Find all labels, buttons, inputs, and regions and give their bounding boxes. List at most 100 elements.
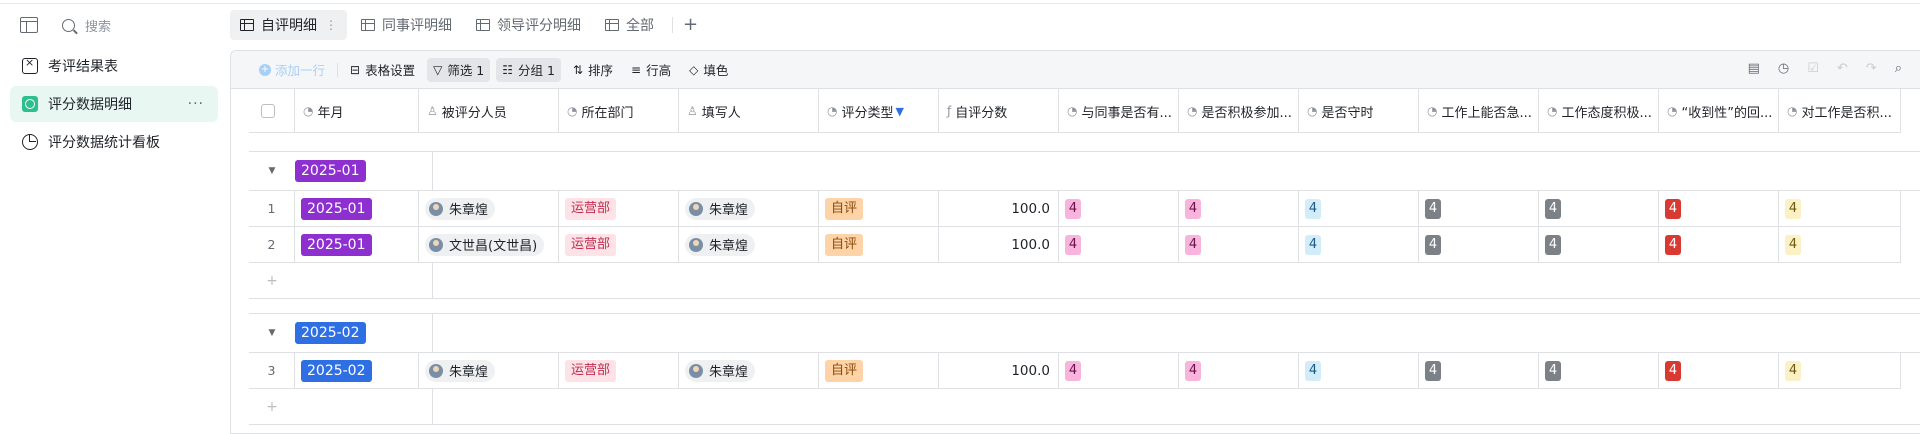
column-label: 是否守时 xyxy=(1321,105,1374,121)
person-name: 朱章煌 xyxy=(709,203,749,218)
person-name: 文世昌(文世昌) xyxy=(449,239,538,254)
collapse-group-icon[interactable]: ▼ xyxy=(249,166,295,176)
group-header-2025-02[interactable]: ▼ 2025-02 xyxy=(249,313,1920,353)
sort-button[interactable]: ⇅ 排序 xyxy=(567,58,619,82)
cell-filler[interactable]: 朱章煌 xyxy=(679,190,819,227)
tab-self-review[interactable]: 自评明细 ⋮ xyxy=(230,10,347,40)
search-icon[interactable]: ⌕ xyxy=(1895,61,1902,76)
undo-icon[interactable]: ↶ xyxy=(1837,61,1848,76)
cell-q4[interactable]: 4 xyxy=(1419,190,1539,227)
column-header-q1[interactable]: ◔ 与同事是否有... xyxy=(1059,89,1179,133)
fill-color-button[interactable]: ◇ 填色 xyxy=(683,58,734,82)
cell-year-month[interactable]: 2025-01 xyxy=(295,190,419,227)
column-header-q4[interactable]: ◔ 工作上能否急... xyxy=(1419,89,1539,133)
table-row[interactable]: 3 2025-02 朱章煌 运营部 朱章煌 自评 100.0 4 4 4 4 4… xyxy=(249,352,1901,389)
cell-q5[interactable]: 4 xyxy=(1539,352,1659,389)
column-header-q6[interactable]: ◔ “收到性”的回... xyxy=(1659,89,1779,133)
cell-score-type[interactable]: 自评 xyxy=(819,226,939,263)
column-header-filler[interactable]: ♙ 填写人 xyxy=(679,89,819,133)
sidebar-item-result-table[interactable]: 考评结果表 xyxy=(10,48,218,84)
cell-score-type[interactable]: 自评 xyxy=(819,352,939,389)
formula-icon: ◔ xyxy=(303,104,314,118)
cell-self-score[interactable]: 100.0 xyxy=(939,226,1059,263)
group-header-2025-01[interactable]: ▼ 2025-01 xyxy=(249,151,1920,191)
add-view-button[interactable]: + xyxy=(672,16,708,34)
tab-menu-icon[interactable]: ⋮ xyxy=(325,18,337,32)
add-record-icon[interactable]: + xyxy=(249,273,295,289)
add-row-button[interactable]: + 添加一行 xyxy=(253,58,331,82)
cell-q4[interactable]: 4 xyxy=(1419,226,1539,263)
column-header-q3[interactable]: ◔ 是否守时 xyxy=(1299,89,1419,133)
cell-q7[interactable]: 4 xyxy=(1779,352,1901,389)
cell-q6[interactable]: 4 xyxy=(1659,352,1779,389)
layout-toggle-icon[interactable] xyxy=(20,17,38,33)
cell-q6[interactable]: 4 xyxy=(1659,226,1779,263)
collapse-group-icon[interactable]: ▼ xyxy=(249,328,295,338)
cell-q2[interactable]: 4 xyxy=(1179,190,1299,227)
cell-year-month[interactable]: 2025-01 xyxy=(295,226,419,263)
cell-department[interactable]: 运营部 xyxy=(559,352,679,389)
sidebar-search[interactable]: 搜索 xyxy=(62,16,111,35)
column-header-department[interactable]: ◔ 所在部门 xyxy=(559,89,679,133)
cell-q5[interactable]: 4 xyxy=(1539,226,1659,263)
cell-self-score[interactable]: 100.0 xyxy=(939,352,1059,389)
history-icon[interactable]: ◷ xyxy=(1778,61,1789,76)
cell-score-type[interactable]: 自评 xyxy=(819,190,939,227)
cell-department[interactable]: 运营部 xyxy=(559,190,679,227)
sidebar-item-dashboard[interactable]: 评分数据统计看板 xyxy=(10,124,218,160)
cell-q7[interactable]: 4 xyxy=(1779,226,1901,263)
grid-view-icon xyxy=(605,19,619,31)
cell-department[interactable]: 运营部 xyxy=(559,226,679,263)
lookup-icon: ◔ xyxy=(1667,104,1678,118)
column-header-q5[interactable]: ◔ 工作态度积极... xyxy=(1539,89,1659,133)
cell-q5[interactable]: 4 xyxy=(1539,190,1659,227)
grid-view-icon xyxy=(240,19,254,31)
cell-rated-person[interactable]: 文世昌(文世昌) xyxy=(419,226,559,263)
person-chip: 朱章煌 xyxy=(685,197,756,220)
add-record-row[interactable]: + xyxy=(249,262,1920,299)
table-settings-button[interactable]: ⊟ 表格设置 xyxy=(344,58,421,82)
column-header-q2[interactable]: ◔ 是否积极参加... xyxy=(1179,89,1299,133)
cell-self-score[interactable]: 100.0 xyxy=(939,190,1059,227)
cell-q3[interactable]: 4 xyxy=(1299,352,1419,389)
column-label: 对工作是否积... xyxy=(1801,105,1892,121)
more-options-icon[interactable]: ··· xyxy=(188,96,204,112)
column-header-score-type[interactable]: ◔ 评分类型 ▼ xyxy=(819,89,939,133)
column-header-q7[interactable]: ◔ 对工作是否积... xyxy=(1779,89,1901,133)
clipboard-icon[interactable]: ▤ xyxy=(1748,61,1760,76)
cell-year-month[interactable]: 2025-02 xyxy=(295,352,419,389)
cell-q1[interactable]: 4 xyxy=(1059,352,1179,389)
group-button[interactable]: ☷ 分组 1 xyxy=(496,57,561,82)
score-tag: 4 xyxy=(1425,234,1441,255)
cell-q1[interactable]: 4 xyxy=(1059,190,1179,227)
cell-q6[interactable]: 4 xyxy=(1659,190,1779,227)
add-record-icon[interactable]: + xyxy=(249,399,295,415)
check-doc-icon[interactable]: ☑ xyxy=(1807,61,1819,76)
column-header-self-score[interactable]: ƒ 自评分数 xyxy=(939,89,1059,133)
row-height-button[interactable]: ≡ 行高 xyxy=(625,58,677,82)
filter-button[interactable]: ▽ 筛选 1 xyxy=(427,57,491,82)
table-row[interactable]: 1 2025-01 朱章煌 运营部 朱章煌 自评 100.0 4 4 4 4 4… xyxy=(249,190,1901,227)
tab-all[interactable]: 全部 xyxy=(595,10,664,40)
column-header-year-month[interactable]: ◔ 年月 xyxy=(295,89,419,133)
cell-q3[interactable]: 4 xyxy=(1299,226,1419,263)
cell-q2[interactable]: 4 xyxy=(1179,352,1299,389)
tab-peer-review[interactable]: 同事评明细 xyxy=(351,10,462,40)
table-row[interactable]: 2 2025-01 文世昌(文世昌) 运营部 朱章煌 自评 100.0 4 4 … xyxy=(249,226,1901,263)
cell-q2[interactable]: 4 xyxy=(1179,226,1299,263)
cell-filler[interactable]: 朱章煌 xyxy=(679,352,819,389)
score-tag: 4 xyxy=(1785,360,1801,381)
cell-rated-person[interactable]: 朱章煌 xyxy=(419,352,559,389)
cell-q4[interactable]: 4 xyxy=(1419,352,1539,389)
select-all-checkbox[interactable] xyxy=(261,104,275,118)
cell-filler[interactable]: 朱章煌 xyxy=(679,226,819,263)
cell-rated-person[interactable]: 朱章煌 xyxy=(419,190,559,227)
cell-q3[interactable]: 4 xyxy=(1299,190,1419,227)
redo-icon[interactable]: ↷ xyxy=(1866,61,1877,76)
cell-q1[interactable]: 4 xyxy=(1059,226,1179,263)
add-record-row[interactable]: + xyxy=(249,388,1920,425)
column-header-rated-person[interactable]: ♙ 被评分人员 xyxy=(419,89,559,133)
cell-q7[interactable]: 4 xyxy=(1779,190,1901,227)
tab-leader-review[interactable]: 领导评分明细 xyxy=(466,10,591,40)
sidebar-item-score-detail[interactable]: 评分数据明细 ··· xyxy=(10,86,218,122)
